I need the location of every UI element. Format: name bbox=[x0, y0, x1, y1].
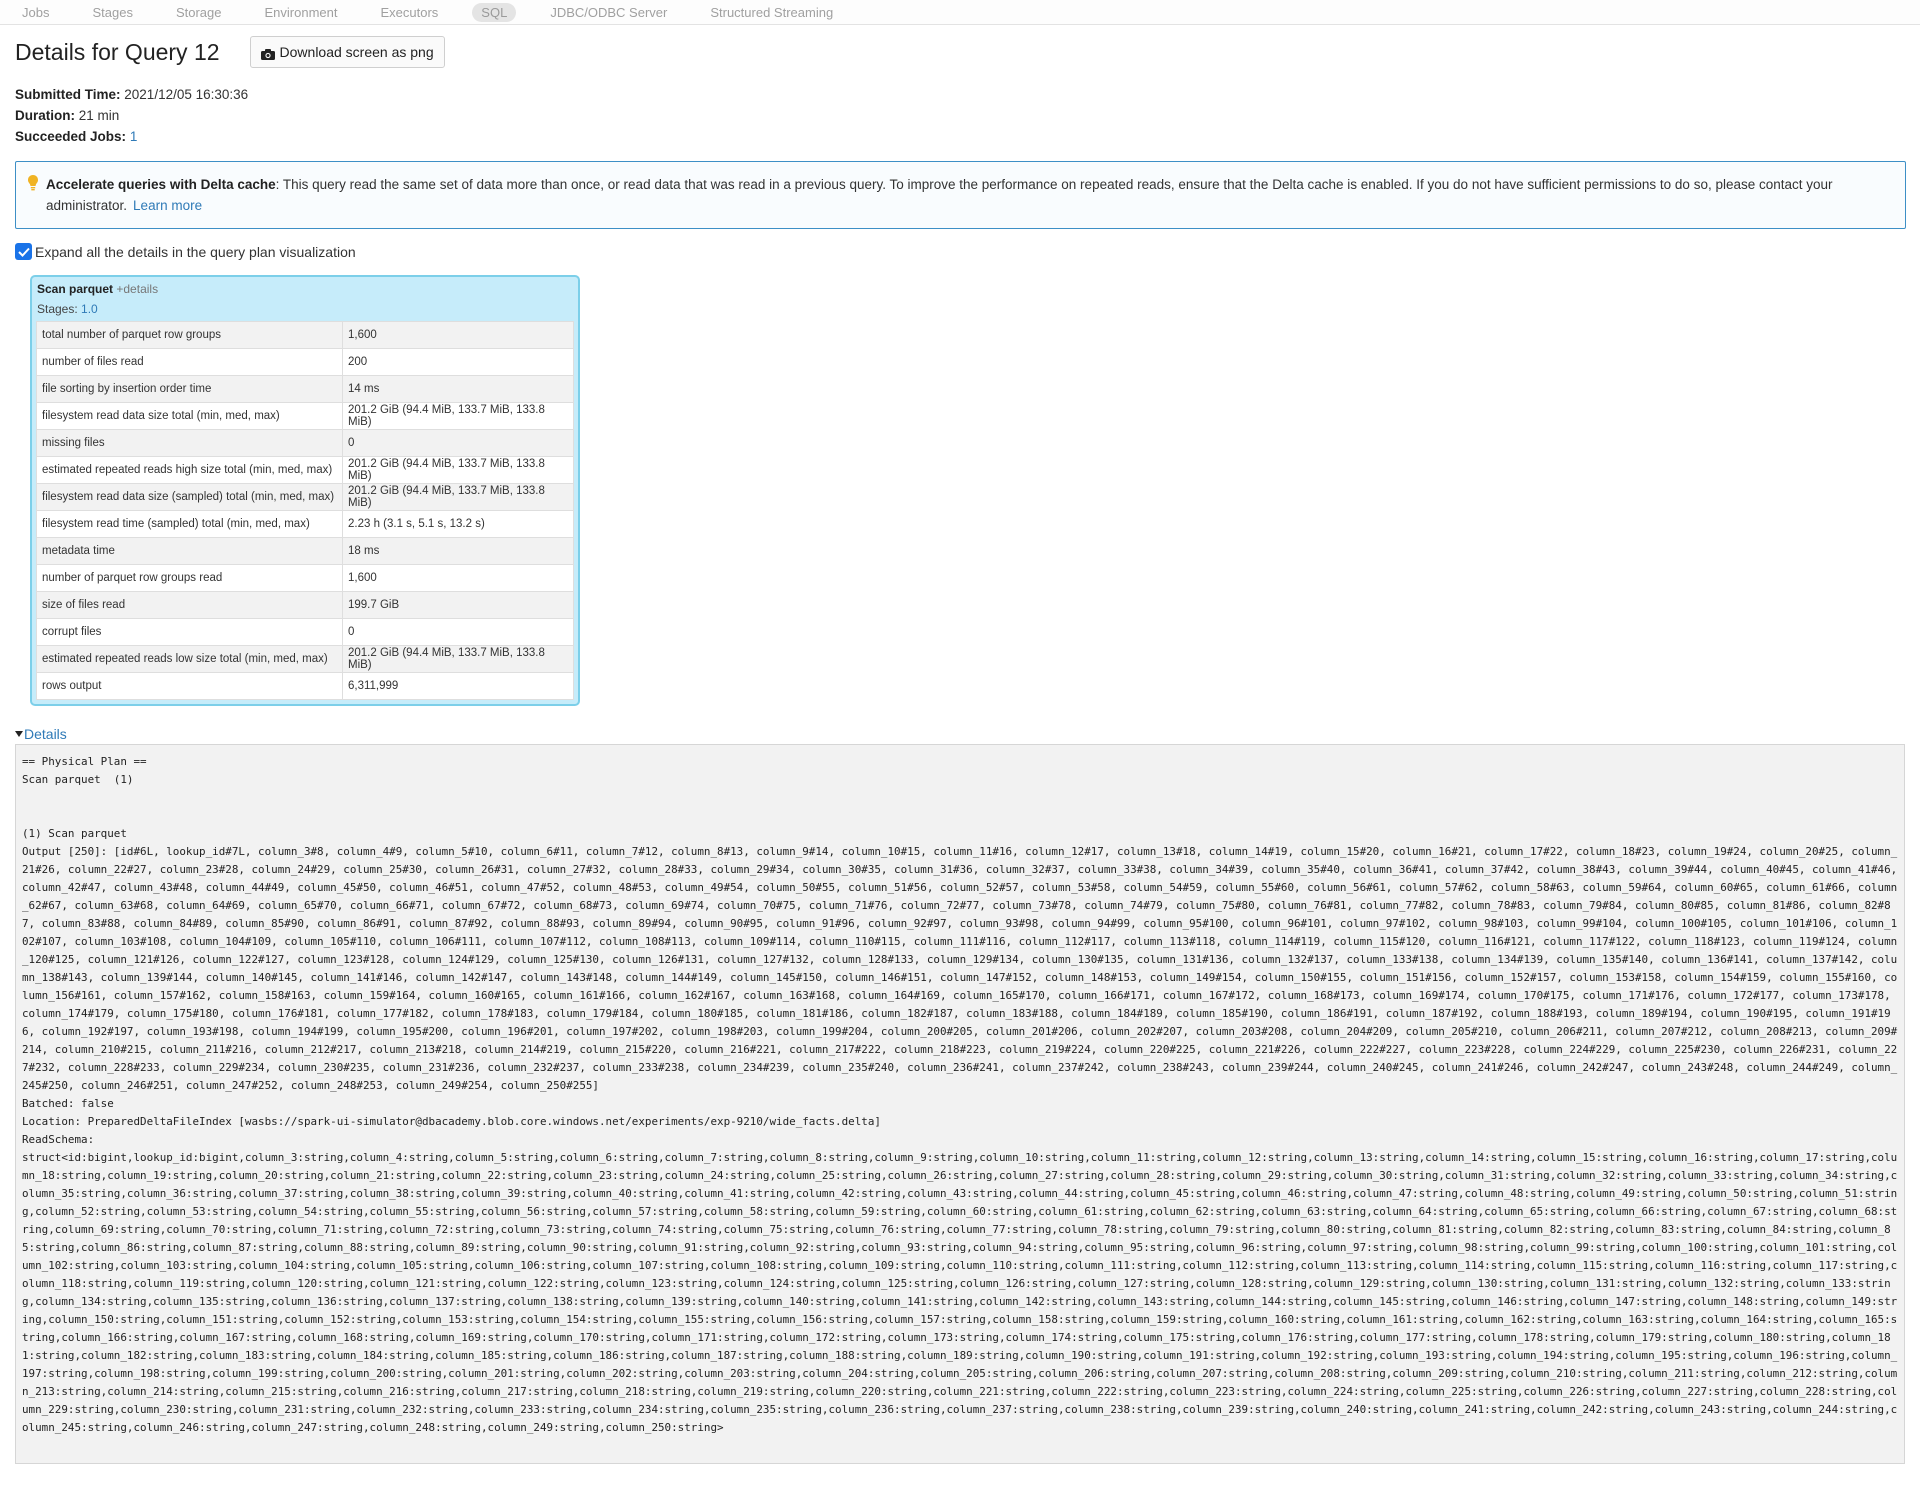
metric-name: estimated repeated reads high size total… bbox=[36, 456, 343, 484]
top-nav: Jobs Stages Storage Environment Executors SQL… bbox=[0, 0, 1920, 25]
details-toggle[interactable]: Details bbox=[15, 726, 1905, 742]
nav-tab-environment[interactable]: Environment bbox=[256, 3, 347, 22]
metric-name: number of files read bbox=[36, 348, 343, 376]
metric-value: 200 bbox=[342, 348, 574, 376]
scan-parquet-node[interactable]: Scan parquet +details Stages: 1.0 total … bbox=[30, 275, 580, 706]
metric-name: number of parquet row groups read bbox=[36, 564, 343, 592]
metric-value: 201.2 GiB (94.4 MiB, 133.7 MiB, 133.8 Mi… bbox=[342, 456, 574, 484]
metric-row: total number of parquet row groups 1,600 bbox=[36, 321, 574, 349]
caret-down-icon bbox=[15, 731, 23, 737]
metric-row: corrupt files 0 bbox=[36, 618, 574, 646]
expand-details-row: Expand all the details in the query plan… bbox=[15, 243, 1905, 260]
expand-details-checkbox[interactable] bbox=[15, 243, 32, 260]
succeeded-jobs-link[interactable]: 1 bbox=[130, 129, 138, 144]
metric-row: missing files 0 bbox=[36, 429, 574, 457]
metric-row: metadata time 18 ms bbox=[36, 537, 574, 565]
metric-name: filesystem read data size total (min, me… bbox=[36, 402, 343, 430]
metric-name: filesystem read time (sampled) total (mi… bbox=[36, 510, 343, 538]
title-row: Details for Query 12 Download screen as … bbox=[15, 35, 1905, 69]
metric-value: 0 bbox=[342, 429, 574, 457]
metric-row: filesystem read time (sampled) total (mi… bbox=[36, 510, 574, 538]
node-stages: Stages: 1.0 bbox=[36, 302, 574, 316]
page-title: Details for Query 12 bbox=[15, 38, 220, 65]
expand-details-label: Expand all the details in the query plan… bbox=[35, 243, 356, 260]
metric-row: filesystem read data size total (min, me… bbox=[36, 402, 574, 430]
metric-value: 6,311,999 bbox=[342, 672, 574, 700]
nav-tab-structured-streaming[interactable]: Structured Streaming bbox=[701, 3, 842, 22]
metric-name: rows output bbox=[36, 672, 343, 700]
submitted-time: Submitted Time: 2021/12/05 16:30:36 bbox=[15, 84, 1905, 105]
metric-name: missing files bbox=[36, 429, 343, 457]
metric-name: total number of parquet row groups bbox=[36, 321, 343, 349]
metric-value: 201.2 GiB (94.4 MiB, 133.7 MiB, 133.8 Mi… bbox=[342, 645, 574, 673]
nav-tab-sql[interactable]: SQL bbox=[472, 2, 517, 22]
node-header: Scan parquet +details bbox=[36, 282, 574, 296]
node-stages-label: Stages: bbox=[37, 302, 78, 316]
details-label: Details bbox=[24, 726, 67, 742]
page-content: Details for Query 12 Download screen as … bbox=[0, 35, 1920, 1464]
metric-name: filesystem read data size (sampled) tota… bbox=[36, 483, 343, 511]
submitted-time-value: 2021/12/05 16:30:36 bbox=[124, 87, 249, 102]
alert-text: : This query read the same set of data m… bbox=[46, 177, 1833, 213]
physical-plan-text: == Physical Plan == Scan parquet (1) (1)… bbox=[15, 744, 1905, 1464]
metric-name: metadata time bbox=[36, 537, 343, 565]
duration-value: 21 min bbox=[78, 108, 120, 123]
query-summary: Submitted Time: 2021/12/05 16:30:36 Dura… bbox=[15, 84, 1905, 147]
nav-tab-storage[interactable]: Storage bbox=[167, 3, 231, 22]
duration: Duration: 21 min bbox=[15, 105, 1905, 126]
metric-value: 14 ms bbox=[342, 375, 574, 403]
metric-value: 18 ms bbox=[342, 537, 574, 565]
metric-name: corrupt files bbox=[36, 618, 343, 646]
node-details-toggle[interactable]: +details bbox=[116, 282, 158, 296]
succeeded-jobs: Succeeded Jobs: 1 bbox=[15, 126, 1905, 147]
succeeded-jobs-label: Succeeded Jobs: bbox=[15, 129, 127, 144]
lightbulb-icon bbox=[28, 175, 38, 191]
metric-value: 0 bbox=[342, 618, 574, 646]
metric-name: file sorting by insertion order time bbox=[36, 375, 343, 403]
metric-row: estimated repeated reads low size total … bbox=[36, 645, 574, 673]
node-name: Scan parquet bbox=[37, 282, 114, 296]
metric-row: filesystem read data size (sampled) tota… bbox=[36, 483, 574, 511]
metric-value: 1,600 bbox=[342, 564, 574, 592]
learn-more-link[interactable]: Learn more bbox=[133, 198, 202, 213]
nav-tab-executors[interactable]: Executors bbox=[371, 3, 447, 22]
nav-tab-jobs[interactable]: Jobs bbox=[22, 3, 58, 22]
metric-row: size of files read 199.7 GiB bbox=[36, 591, 574, 619]
nav-tab-stages[interactable]: Stages bbox=[83, 3, 141, 22]
metric-row: number of parquet row groups read 1,600 bbox=[36, 564, 574, 592]
camera-icon bbox=[260, 47, 275, 60]
metric-row: number of files read 200 bbox=[36, 348, 574, 376]
metric-name: size of files read bbox=[36, 591, 343, 619]
metric-value: 201.2 GiB (94.4 MiB, 133.7 MiB, 133.8 Mi… bbox=[342, 402, 574, 430]
metric-value: 199.7 GiB bbox=[342, 591, 574, 619]
metric-value: 201.2 GiB (94.4 MiB, 133.7 MiB, 133.8 Mi… bbox=[342, 483, 574, 511]
nav-tab-jdbc-odbc-server[interactable]: JDBC/ODBC Server bbox=[541, 3, 676, 22]
submitted-time-label: Submitted Time: bbox=[15, 87, 121, 102]
alert-title: Accelerate queries with Delta cache bbox=[46, 177, 276, 192]
duration-label: Duration: bbox=[15, 108, 75, 123]
node-metrics-table: total number of parquet row groups 1,600 n… bbox=[36, 321, 574, 700]
metric-row: estimated repeated reads high size total… bbox=[36, 456, 574, 484]
download-screen-button[interactable]: Download screen as png bbox=[249, 36, 445, 68]
metric-row: rows output 6,311,999 bbox=[36, 672, 574, 700]
metric-value: 1,600 bbox=[342, 321, 574, 349]
download-button-label: Download screen as png bbox=[279, 44, 434, 60]
delta-cache-alert: Accelerate queries with Delta cache: Thi… bbox=[15, 161, 1906, 229]
stage-link[interactable]: 1.0 bbox=[81, 302, 98, 316]
metric-name: estimated repeated reads low size total … bbox=[36, 645, 343, 673]
check-icon bbox=[17, 247, 30, 257]
metric-value: 2.23 h (3.1 s, 5.1 s, 13.2 s) bbox=[342, 510, 574, 538]
metric-row: file sorting by insertion order time 14 m… bbox=[36, 375, 574, 403]
